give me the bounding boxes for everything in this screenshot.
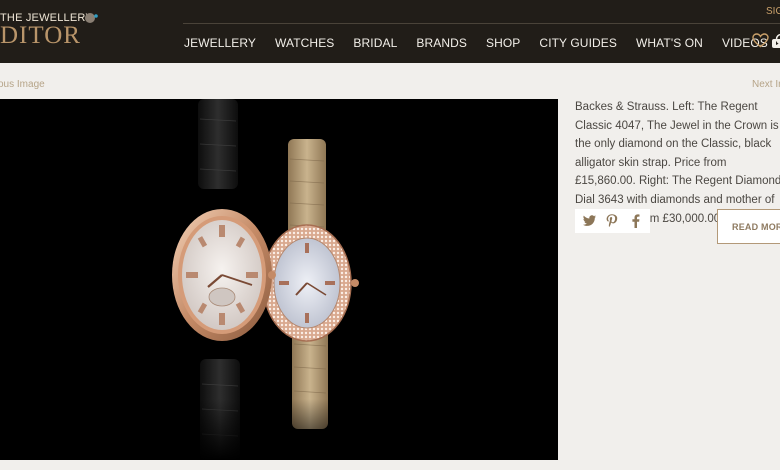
twitter-icon[interactable]	[581, 213, 597, 229]
nav-brands[interactable]: BRANDS	[416, 36, 467, 50]
nav-videos[interactable]: VIDEOS	[722, 36, 780, 50]
nav-watches[interactable]: WATCHES	[275, 36, 334, 50]
nav-jewellery[interactable]: JEWELLERY	[184, 36, 256, 50]
site-header: THE JEWELLERY DITOR SIG JEWELLERY WATCHE…	[0, 0, 780, 63]
heart-icon[interactable]	[752, 33, 769, 48]
header-divider	[183, 23, 780, 24]
previous-image-link[interactable]: ous Image	[0, 79, 45, 90]
watches-illustration	[150, 99, 400, 460]
nav-shop[interactable]: SHOP	[486, 36, 520, 50]
search-icon[interactable]	[775, 33, 780, 47]
next-image-link[interactable]: Next Ir	[752, 79, 780, 90]
sign-in-link[interactable]: SIG	[766, 6, 780, 17]
share-bar	[575, 209, 650, 233]
watch-photo	[0, 99, 558, 460]
logo-gem-icon	[85, 13, 98, 23]
pinterest-icon[interactable]	[604, 213, 620, 229]
read-more-button[interactable]: READ MORE	[717, 209, 780, 244]
logo-line-2[interactable]: DITOR	[0, 22, 81, 50]
nav-city-guides[interactable]: CITY GUIDES	[539, 36, 617, 50]
nav-whats-on[interactable]: WHAT'S ON	[636, 36, 703, 50]
facebook-icon[interactable]	[628, 213, 644, 229]
nav-bridal[interactable]: BRIDAL	[353, 36, 397, 50]
main-nav: JEWELLERY WATCHES BRIDAL BRANDS SHOP CIT…	[184, 36, 780, 50]
